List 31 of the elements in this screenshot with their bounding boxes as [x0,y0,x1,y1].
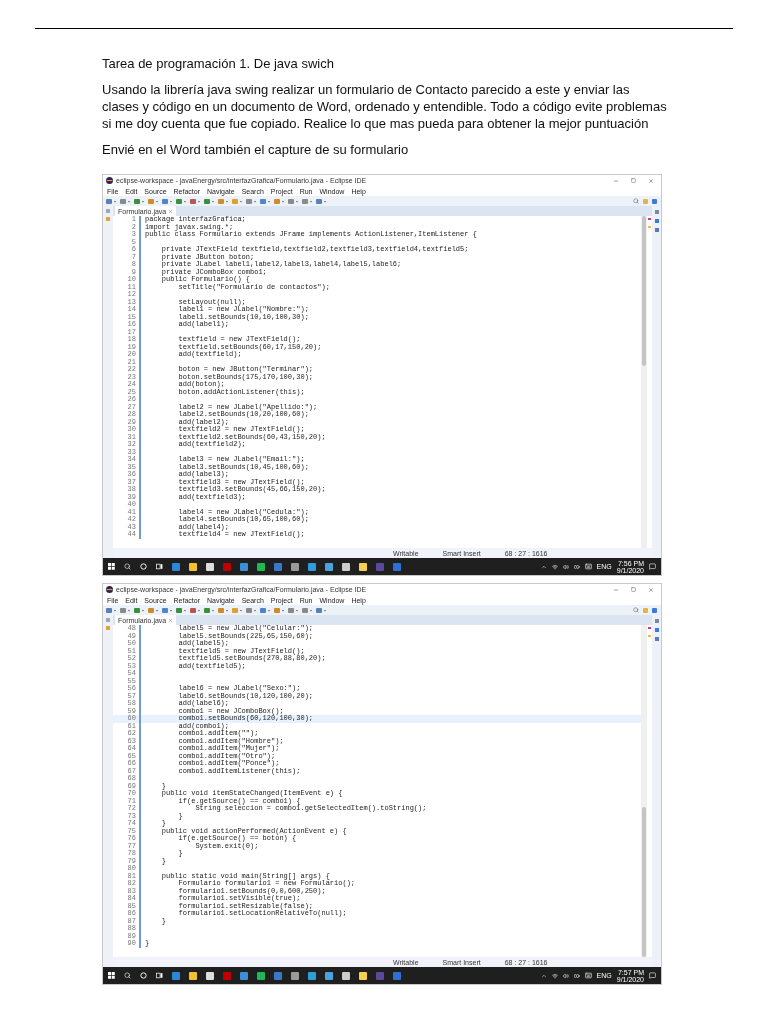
close-icon[interactable] [648,177,654,184]
notification-icon[interactable] [649,563,656,570]
keyboard-icon[interactable] [584,563,592,570]
battery-icon[interactable] [573,563,580,570]
task-view-icon[interactable] [156,972,163,979]
ruler-marker [648,627,651,629]
notification-icon[interactable] [649,972,656,979]
scrollbar-thumb[interactable] [642,216,646,366]
circle-icon[interactable] [140,972,147,979]
ruler-marker [648,226,651,228]
ruler-marker [648,635,651,637]
ruler-marker [648,218,651,220]
paragraph: Usando la librería java swing realizar un formulario de Contacto parecido a este y enviar las clases y código en un documento de Word, ordenado y entendible. Todo a código evite problemas si me doy cuenta que fue copiado. Realice lo que mas pueda para obtener la mejor puntuación [102,81,667,132]
eclipse-logo-icon [106,586,113,593]
document-title: Tarea de programación 1. De java swich [102,55,335,72]
paragraph: Envié en el Word también el capture de su formulario [102,141,410,158]
caret-icon[interactable] [540,972,547,979]
speaker-icon[interactable] [562,972,569,979]
windows-logo-icon[interactable] [108,972,115,979]
circle-icon[interactable] [140,563,147,570]
task-view-icon[interactable] [156,563,163,570]
caret-icon[interactable] [540,563,547,570]
close-icon[interactable] [648,586,654,593]
keyboard-icon[interactable] [584,972,592,979]
battery-icon[interactable] [573,972,580,979]
eclipse-logo-icon [106,177,113,184]
windows-logo-icon[interactable] [108,563,115,570]
network-icon[interactable] [551,563,558,570]
network-icon[interactable] [551,972,558,979]
scrollbar-thumb[interactable] [642,807,646,957]
speaker-icon[interactable] [562,563,569,570]
